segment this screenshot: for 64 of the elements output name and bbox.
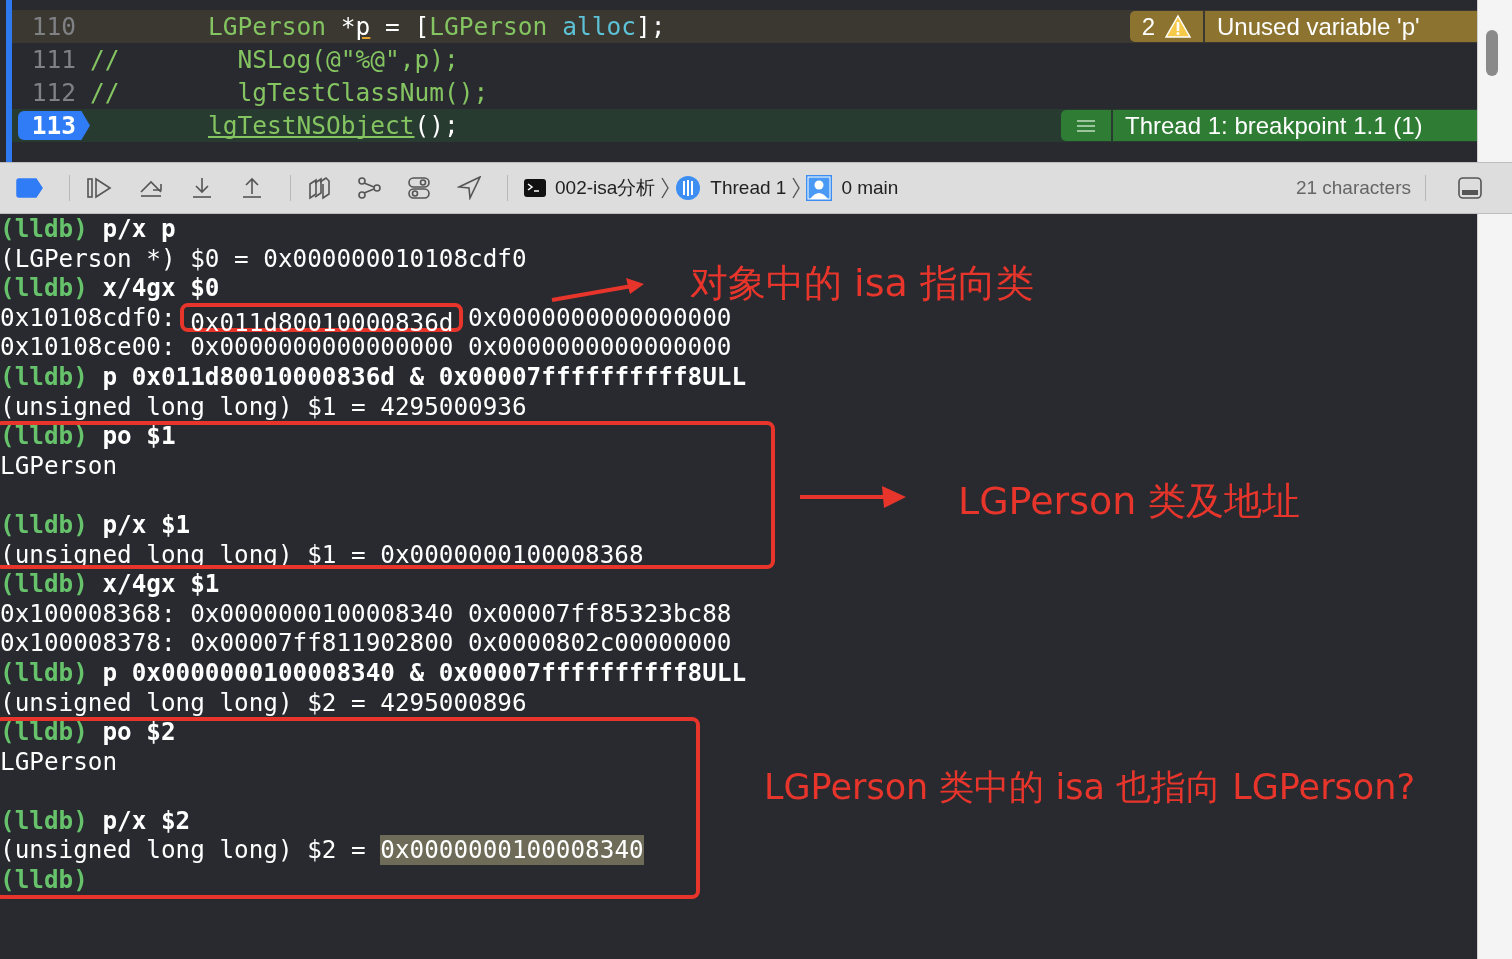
console-prompt: (lldb) (0, 361, 88, 392)
code-line: // lgTestClassNum(); (90, 78, 489, 107)
console-command: po $1 (101, 421, 176, 451)
location-arrow-icon[interactable] (457, 176, 481, 200)
console-output: (LGPerson *) $0 = 0x000000010108cdf0 (0, 243, 527, 274)
layers-icon[interactable] (307, 176, 331, 200)
console-output: LGPerson (0, 450, 118, 481)
toggles-icon[interactable] (407, 176, 431, 200)
list-icon[interactable] (1076, 118, 1096, 133)
console-command: x/4gx $1 (101, 569, 220, 599)
step-into-icon[interactable] (190, 176, 214, 200)
breadcrumb-item[interactable]: 002-isa分析 (524, 175, 656, 201)
warning-message: Unused variable 'p' (1205, 11, 1477, 42)
console-prompt: (lldb) (0, 657, 88, 688)
selected-text: 0x0000000100008340 (380, 835, 644, 866)
issue-count[interactable]: 2 (1129, 11, 1205, 42)
graph-icon[interactable] (357, 176, 381, 200)
annotation-text: LGPerson 类中的 isa 也指向 LGPerson? (764, 766, 1415, 809)
code-line: lgTestNSObject(); (207, 111, 459, 140)
console-command: po $2 (101, 717, 176, 747)
console-command: x/4gx $0 (101, 273, 220, 303)
character-count: 21 characters (1295, 177, 1411, 199)
annotation-text: LGPerson 类及地址 (958, 478, 1301, 525)
warning-icon (1165, 14, 1191, 39)
console-output: 0x100008378: 0x00007ff811902800 0x0000802c00000000 (0, 628, 732, 658)
continue-icon[interactable] (86, 176, 112, 200)
line-number: 112 (30, 78, 77, 107)
breakpoint-toggle-icon[interactable] (16, 178, 43, 198)
console-prompt: (lldb) (0, 509, 88, 540)
console-prompt: (lldb) (0, 717, 88, 747)
scroll-thumb[interactable] (1486, 30, 1498, 76)
user-icon (806, 175, 833, 201)
breakpoint-message: Thread 1: breakpoint 1.1 (1) (1113, 110, 1477, 141)
console-output: (unsigned long long) $2 = 4295000896 (0, 687, 527, 718)
console-command: p 0x011d80010000836d & 0x00007ffffffffff8ULL (101, 361, 747, 392)
breadcrumb-item[interactable]: Thread 1 (675, 175, 787, 201)
breakpoint-line-number[interactable]: 113 (18, 111, 90, 140)
chevron-icon (792, 177, 801, 199)
code-line: LGPerson *p = [LGPerson alloc]; (207, 12, 666, 41)
line-number: 110 (30, 12, 77, 41)
code-line: // NSLog(@"%@",p); (90, 45, 459, 74)
thread-icon (675, 175, 702, 201)
console-command: p 0x0000000100008340 & 0x00007ffffffffff8ULL (101, 657, 747, 688)
console-prompt: (lldb) (0, 273, 88, 303)
breadcrumb-item[interactable]: 0 main (806, 175, 899, 201)
console-output: 0x100008368: 0x0000000100008340 0x00007ff85323bc88 (0, 598, 732, 629)
terminal-icon (524, 178, 546, 198)
console-command: p/x p (101, 214, 176, 244)
console-prompt: (lldb) (0, 214, 88, 244)
console-output: LGPerson (0, 746, 118, 777)
console-output: (unsigned long long) $1 = 4295000936 (0, 391, 527, 422)
line-number: 111 (30, 45, 77, 74)
console-output: (unsigned long long) $2 = (0, 835, 367, 866)
console-command: p/x $2 (101, 805, 191, 836)
console-output: 0x10108ce00: 0x0000000000000000 0x0000000000000000 (0, 332, 732, 362)
step-out-icon[interactable] (240, 176, 264, 200)
console-prompt: (lldb) (0, 865, 88, 895)
console-prompt: (lldb) (0, 569, 88, 599)
panel-toggle-icon[interactable] (1458, 177, 1482, 199)
console-prompt: (lldb) (0, 421, 88, 451)
chevron-icon (661, 177, 670, 199)
console-command: p/x $1 (101, 509, 191, 540)
console-output: 0x10108cdf0: (0, 302, 177, 333)
console-prompt: (lldb) (0, 805, 88, 836)
